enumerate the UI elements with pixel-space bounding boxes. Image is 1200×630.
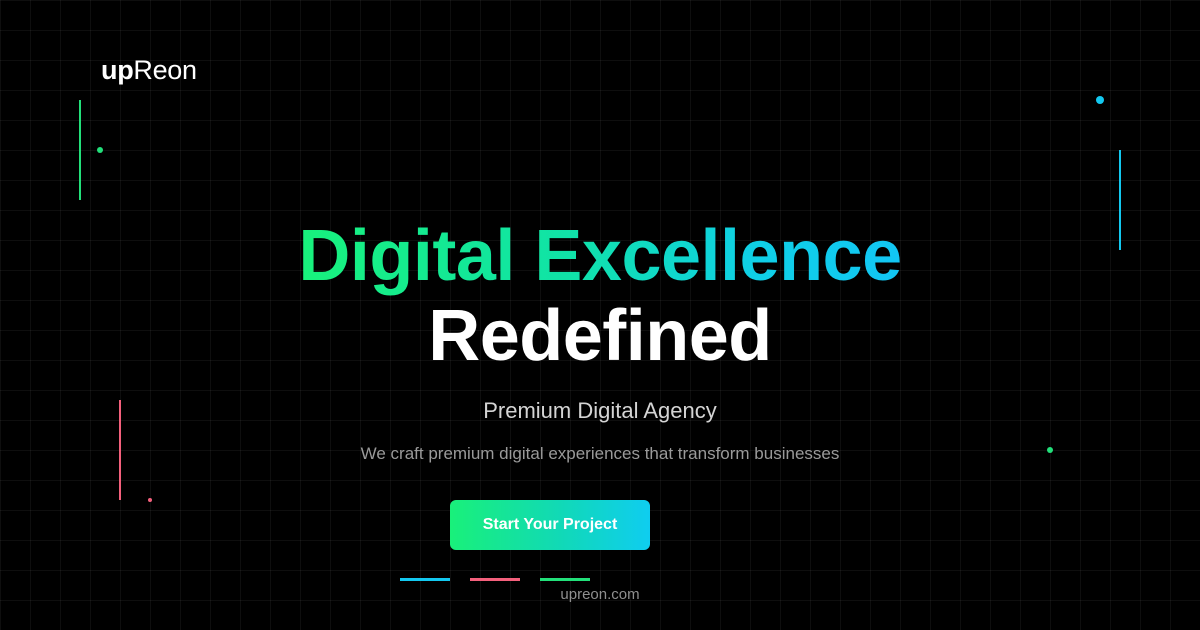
decorative-blue-dot	[1096, 96, 1104, 104]
decorative-pink-bar	[470, 578, 520, 581]
decorative-green-line	[79, 100, 81, 200]
hero-subtitle: Premium Digital Agency	[483, 398, 717, 423]
decorative-green-dot	[97, 147, 103, 153]
headline-gradient-text: Digital Excellence	[298, 216, 902, 296]
hero-banner: upReon Digital Excellence Redefined Prem…	[0, 0, 1200, 630]
hero-tagline: We craft premium digital experiences tha…	[360, 444, 840, 463]
decorative-green-bar	[540, 578, 590, 581]
decorative-blue-bar	[400, 578, 450, 581]
headline-line-2: Redefined	[428, 296, 772, 376]
logo-bold-part: up	[101, 55, 134, 85]
decorative-pink-dot	[148, 498, 152, 502]
headline-line-1: Digital Excellence	[0, 218, 1200, 294]
start-project-button[interactable]: Start Your Project	[450, 500, 650, 550]
logo-light-part: Reon	[133, 55, 197, 85]
site-url[interactable]: upreon.com	[0, 586, 1200, 604]
brand-logo[interactable]: upReon	[101, 54, 197, 86]
